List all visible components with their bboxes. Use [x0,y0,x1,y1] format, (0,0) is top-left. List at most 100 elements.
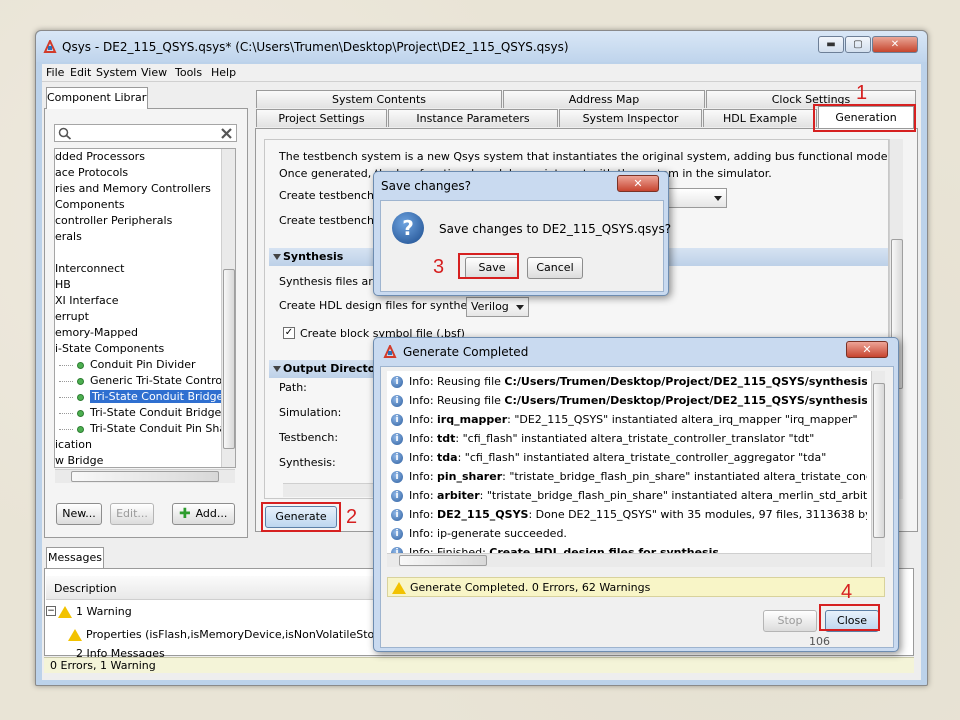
stop-button[interactable]: Stop [763,610,817,632]
tab-messages[interactable]: Messages [46,547,104,569]
save-dialog-close-button[interactable]: ✕ [617,175,659,192]
tree-item[interactable]: Interconnect [55,261,124,277]
log-prefix: Info: ip-generate succeeded. [409,527,567,540]
new-component-button[interactable]: New... [56,503,102,525]
add-component-button[interactable]: ✚ Add... [172,503,235,525]
tree-item-label: ace Protocols [55,166,129,179]
info-group-row[interactable]: 2 Info Messages [46,648,376,657]
log-row: i Info: Reusing file C:/Users/Trumen/Desk… [387,392,867,410]
tab-hdl-example[interactable]: HDL Example [703,109,817,127]
tree-item[interactable]: XI Interface [55,293,119,309]
info-icon: i [391,509,403,521]
log-row: i Info: tda: "cfi_flash" instantiated alt… [387,449,867,467]
tree-item[interactable]: i-State Components [55,341,164,357]
tree-item[interactable]: Components [55,197,125,213]
search-icon [58,127,72,140]
component-icon [77,409,84,417]
tree-item-label: w Bridge [55,454,104,467]
tree-item[interactable]: w Bridge [55,453,104,467]
log-prefix: Info: Reusing file [409,375,505,388]
tree-item[interactable]: controller Peripherals [55,213,172,229]
save-dialog-title: Save changes? [381,179,472,193]
tree-item-label: errupt [55,310,89,323]
generate-dialog-body: i Info: Reusing file C:/Users/Trumen/Desk… [380,366,894,648]
menu-help[interactable]: Help [211,66,236,79]
log-row: i Info: Reusing file C:/Users/Trumen/Desk… [387,373,867,391]
warning-group-row[interactable]: − 1 Warning [46,603,376,621]
warning-message-row[interactable]: Properties (isFlash,isMemoryDevice,isNon… [46,626,376,644]
tree-item[interactable]: dded Processors [55,149,145,165]
tree-item-label: Tri-State Conduit Pin Sharer [90,422,236,435]
simulation-label: Simulation: [279,406,342,419]
tree-item[interactable]: emory-Mapped [55,325,138,341]
log-bold: C:/Users/Trumen/Desktop/Project/DE2_115_… [504,375,867,388]
menu-file[interactable]: File [46,66,64,79]
generate-dialog-close-x[interactable]: ✕ [846,341,888,358]
tab-instance-parameters[interactable]: Instance Parameters [388,109,558,127]
tab-address-map[interactable]: Address Map [503,90,705,108]
log-vertical-scrollbar[interactable] [871,371,885,567]
tree-item-label: controller Peripherals [55,214,173,227]
messages-header: Description [46,576,376,600]
log-scroll-thumb[interactable] [873,383,885,538]
tree-item[interactable]: ries and Memory Controllers [55,181,211,197]
tab-project-settings[interactable]: Project Settings [256,109,387,127]
log-prefix: Info: [409,489,438,502]
tab-system-inspector[interactable]: System Inspector [559,109,702,127]
cancel-button[interactable]: Cancel [527,257,583,279]
log-bold: pin_sharer [437,470,503,483]
log-row: i Info: arbiter: "tristate_bridge_flash_p… [387,487,867,505]
tree-item[interactable]: erals [55,229,82,245]
generation-hscroll[interactable] [283,483,378,497]
create-testbench-sim-label: Create testbench si [279,214,387,227]
generate-summary-bar: Generate Completed. 0 Errors, 62 Warning… [387,577,885,597]
tree-item[interactable]: Generic Tri-State Controller [55,373,235,389]
log-prefix: Info: [409,451,438,464]
highlight-close-button [819,604,880,631]
log-hscroll-thumb[interactable] [399,555,487,566]
tree-hscroll-thumb[interactable] [71,471,219,482]
menu-view[interactable]: View [141,66,167,79]
testbench-label: Testbench: [279,431,339,444]
tab-system-contents[interactable]: System Contents [256,90,502,108]
tree-item[interactable]: ication [55,437,92,453]
tree-item-label: i-State Components [55,342,165,355]
tree-connector [59,364,73,366]
log-horizontal-scrollbar[interactable] [387,553,871,567]
block-symbol-checkbox[interactable]: ✓ [283,327,295,339]
tree-scroll-thumb[interactable] [223,269,235,449]
tree-item[interactable]: Tri-State Conduit Bridge [55,389,226,405]
warning-icon [392,582,406,594]
tab-component-library[interactable]: Component Library [46,87,148,109]
tree-item[interactable]: Tri-State Conduit Bridge Tra [55,405,235,421]
close-button[interactable]: ✕ [872,36,918,53]
qsys-app-icon [43,40,57,53]
tree-connector [59,428,73,430]
tree-item[interactable]: Tri-State Conduit Pin Sharer [55,421,236,437]
info-icon: i [391,414,403,426]
menu-edit[interactable]: Edit [70,66,91,79]
description-column-header[interactable]: Description [54,582,117,595]
info-icon: i [391,395,403,407]
tree-item[interactable]: Conduit Pin Divider [55,357,195,373]
edit-component-button[interactable]: Edit... [110,503,154,525]
tree-item[interactable]: errupt [55,309,89,325]
tree-horizontal-scrollbar[interactable] [55,469,235,483]
log-bold: tdt [437,432,456,445]
component-icon [77,393,84,401]
menu-system[interactable]: System [96,66,137,79]
log-prefix: Info: [409,508,438,521]
minimize-button[interactable]: ▬ [818,36,844,53]
tree-item[interactable]: HB [55,277,71,293]
hdl-language-select[interactable]: Verilog [466,297,529,317]
status-bar: 0 Errors, 1 Warning [44,657,914,673]
maximize-button[interactable]: ▢ [845,36,871,53]
clear-search-icon[interactable] [220,127,233,140]
collapse-toggle-icon[interactable]: − [46,606,56,616]
tree-vertical-scrollbar[interactable] [221,149,235,467]
menu-tools[interactable]: Tools [175,66,202,79]
log-rest: : "tristate_bridge_flash_pin_share" inst… [479,489,867,502]
library-search-input[interactable] [73,126,213,140]
tree-item[interactable]: ace Protocols [55,165,128,181]
log-rest: : Done DE2_115_QSYS" with 35 modules, 97… [528,508,867,521]
